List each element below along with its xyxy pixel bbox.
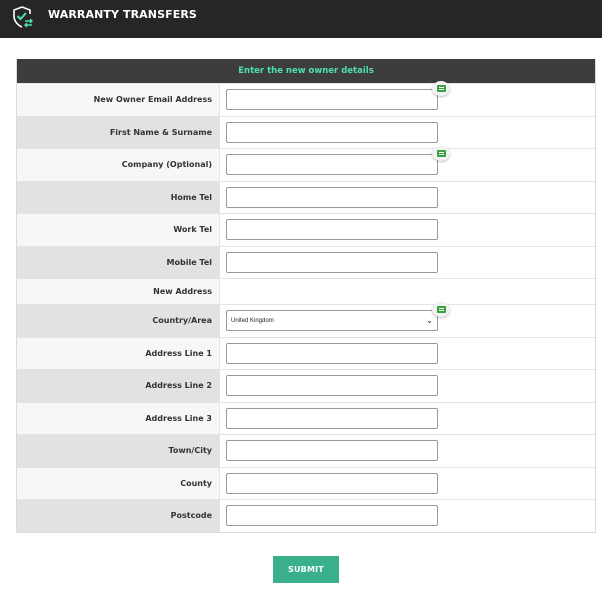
- section-label: New Address: [17, 279, 220, 304]
- address-line-1-input[interactable]: [226, 342, 438, 364]
- field-label: Address Line 2: [17, 370, 220, 402]
- page-title: WARRANTY TRANSFERS: [48, 8, 197, 21]
- chevron-down-icon: ⌄: [426, 316, 433, 326]
- form-row-country: Country/Area United Kingdom ⌄: [17, 302, 595, 337]
- field-label: Work Tel: [17, 214, 220, 246]
- field-label: County: [17, 467, 220, 499]
- shield-check-transfer-icon: [13, 6, 33, 28]
- form-row-address-2: Address Line 2: [17, 369, 595, 402]
- autofill-icon[interactable]: [432, 302, 450, 317]
- new-owner-form: Enter the new owner details New Owner Em…: [16, 59, 596, 533]
- form-row-mobile-tel: Mobile Tel: [17, 245, 595, 278]
- form-row-address-3: Address Line 3: [17, 401, 595, 434]
- field-label: New Owner Email Address: [17, 84, 220, 116]
- email-input[interactable]: [226, 89, 438, 111]
- submit-button[interactable]: SUBMIT: [273, 556, 339, 583]
- field-label: Company (Optional): [17, 149, 220, 181]
- field-label: Country/Area: [17, 305, 220, 337]
- company-input[interactable]: [226, 154, 438, 176]
- form-heading: Enter the new owner details: [17, 59, 595, 83]
- address-line-3-input[interactable]: [226, 407, 438, 429]
- form-row-county: County: [17, 466, 595, 499]
- autofill-icon[interactable]: [432, 81, 450, 96]
- form-row-name: First Name & Surname: [17, 115, 595, 148]
- country-select[interactable]: United Kingdom ⌄: [226, 310, 438, 332]
- mobile-tel-input[interactable]: [226, 251, 438, 273]
- field-label: Home Tel: [17, 181, 220, 213]
- county-input[interactable]: [226, 472, 438, 494]
- country-select-value: United Kingdom: [231, 317, 274, 324]
- field-label: Mobile Tel: [17, 246, 220, 278]
- form-row-new-address-section: New Address: [17, 278, 595, 304]
- form-row-postcode: Postcode: [17, 499, 595, 532]
- form-row-work-tel: Work Tel: [17, 213, 595, 246]
- form-row-email: New Owner Email Address: [17, 81, 595, 116]
- field-label: Postcode: [17, 500, 220, 532]
- field-label: Town/City: [17, 435, 220, 467]
- field-label: First Name & Surname: [17, 116, 220, 148]
- form-row-address-1: Address Line 1: [17, 336, 595, 369]
- field-label: Address Line 3: [17, 402, 220, 434]
- work-tel-input[interactable]: [226, 219, 438, 241]
- form-row-company: Company (Optional): [17, 146, 595, 181]
- full-name-input[interactable]: [226, 121, 438, 143]
- form-row-home-tel: Home Tel: [17, 180, 595, 213]
- top-bar: WARRANTY TRANSFERS: [0, 0, 602, 38]
- postcode-input[interactable]: [226, 505, 438, 527]
- autofill-icon[interactable]: [432, 146, 450, 161]
- field-label: Address Line 1: [17, 337, 220, 369]
- home-tel-input[interactable]: [226, 186, 438, 208]
- form-row-town: Town/City: [17, 434, 595, 467]
- address-line-2-input[interactable]: [226, 375, 438, 397]
- town-city-input[interactable]: [226, 440, 438, 462]
